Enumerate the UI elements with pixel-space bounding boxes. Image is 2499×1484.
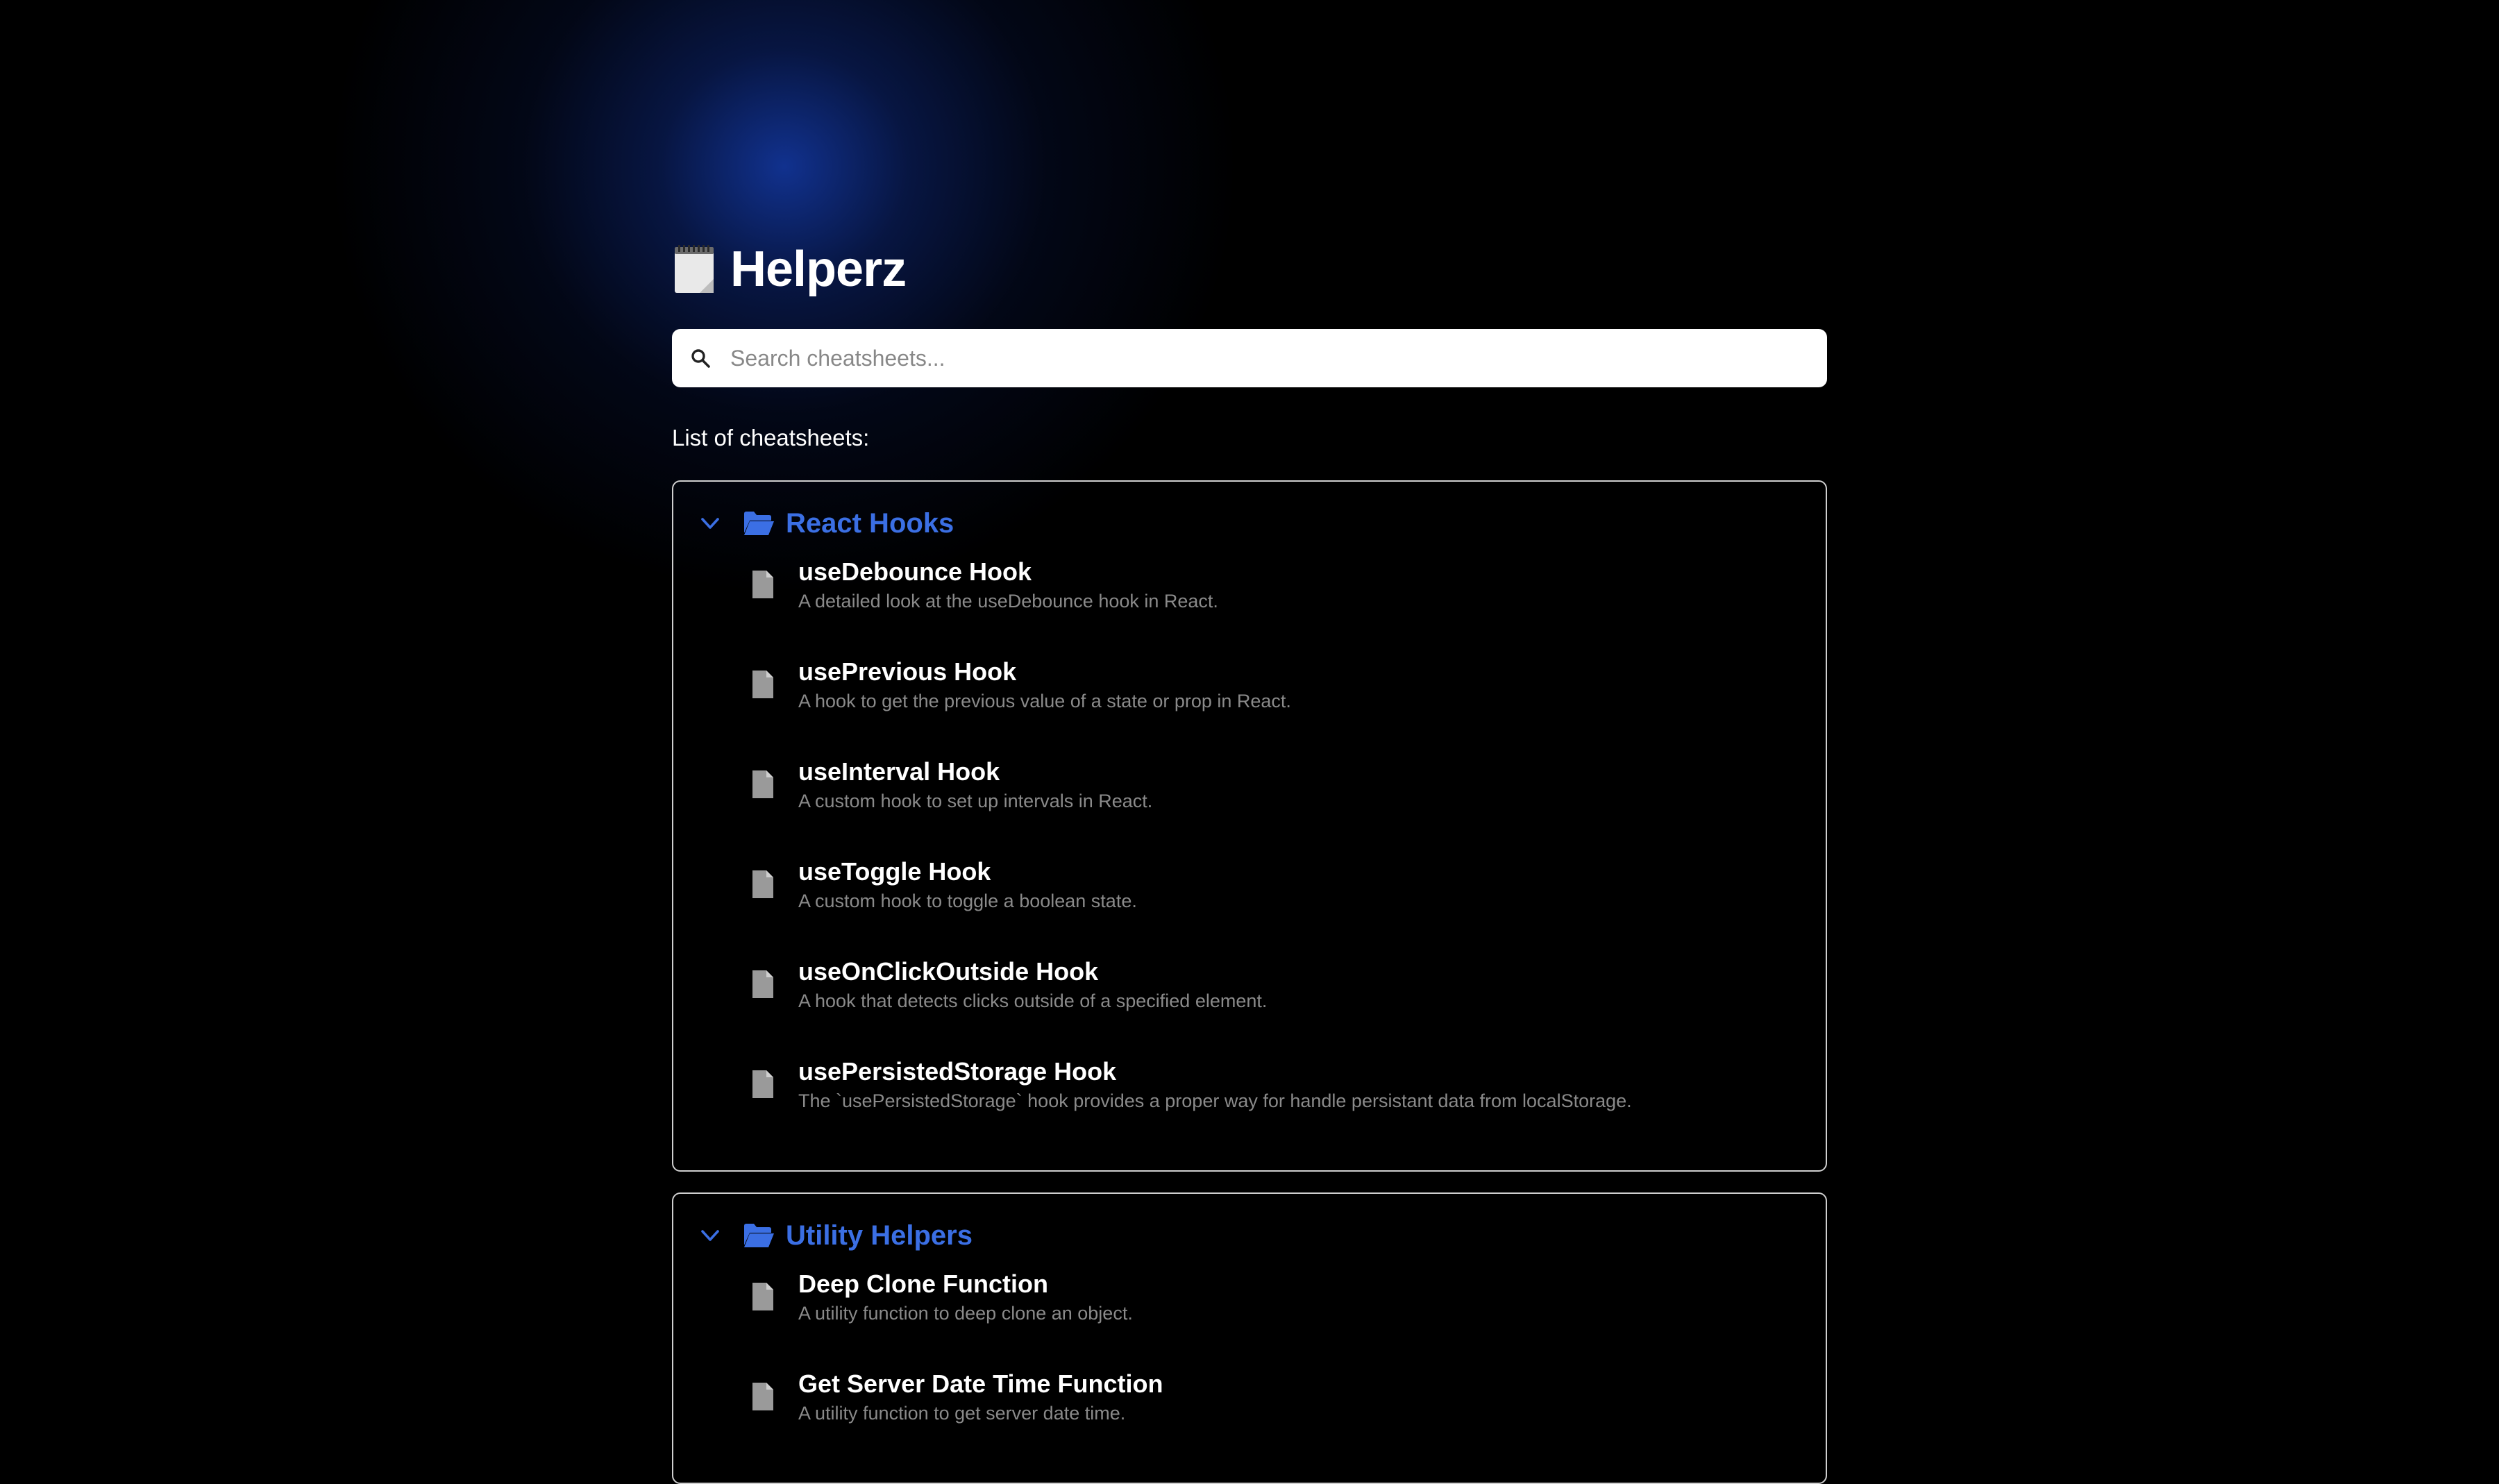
cheatsheet-item[interactable]: usePersistedStorage Hook The `usePersist…: [673, 1056, 1826, 1156]
list-label: List of cheatsheets:: [672, 425, 870, 450]
group-items: Deep Clone Function A utility function t…: [673, 1269, 1826, 1469]
app-title: Helperz: [730, 242, 907, 297]
group-items: useDebounce Hook A detailed look at the …: [673, 557, 1826, 1156]
item-title[interactable]: Get Server Date Time Function: [798, 1369, 1163, 1399]
file-icon: [752, 571, 773, 598]
item-description: A hook that detects clicks outside of a …: [798, 990, 1268, 1011]
file-icon: [752, 770, 773, 798]
item-title[interactable]: useInterval Hook: [798, 757, 1152, 787]
item-text: Get Server Date Time Function A utility …: [798, 1369, 1163, 1427]
item-description: A custom hook to set up intervals in Rea…: [798, 791, 1153, 811]
chevron-down-icon[interactable]: [698, 1224, 722, 1247]
file-icon: [752, 870, 773, 898]
cheatsheet-item[interactable]: useInterval Hook A custom hook to set up…: [673, 757, 1826, 857]
cheatsheet-item[interactable]: usePrevious Hook A hook to get the previ…: [673, 657, 1826, 757]
search-icon: [691, 349, 710, 368]
item-description: A utility function to deep clone an obje…: [798, 1303, 1133, 1324]
cheatsheet-groups: React Hooks useDebounce Hook A detailed …: [672, 480, 1827, 1484]
item-description: A hook to get the previous value of a st…: [798, 691, 1291, 711]
file-icon: [752, 1283, 773, 1310]
file-icon: [752, 1070, 773, 1098]
item-text: useInterval Hook A custom hook to set up…: [798, 757, 1152, 815]
folder-open-icon: [744, 512, 774, 535]
item-title[interactable]: useDebounce Hook: [798, 557, 1218, 587]
group-title[interactable]: Utility Helpers: [786, 1220, 973, 1251]
item-description: A detailed look at the useDebounce hook …: [798, 591, 1218, 612]
cheatsheet-item[interactable]: Deep Clone Function A utility function t…: [673, 1269, 1826, 1369]
notepad-icon: [675, 245, 714, 293]
group-header[interactable]: Utility Helpers: [673, 1215, 1826, 1256]
item-title[interactable]: useOnClickOutside Hook: [798, 956, 1267, 987]
file-icon: [752, 970, 773, 998]
item-title[interactable]: usePersistedStorage Hook: [798, 1056, 1632, 1087]
group-header[interactable]: React Hooks: [673, 503, 1826, 544]
item-text: useToggle Hook A custom hook to toggle a…: [798, 857, 1137, 915]
item-description: A custom hook to toggle a boolean state.: [798, 891, 1137, 911]
cheatsheet-item[interactable]: useDebounce Hook A detailed look at the …: [673, 557, 1826, 657]
item-text: Deep Clone Function A utility function t…: [798, 1269, 1133, 1327]
item-title[interactable]: usePrevious Hook: [798, 657, 1291, 687]
item-text: useOnClickOutside Hook A hook that detec…: [798, 956, 1267, 1015]
item-title[interactable]: Deep Clone Function: [798, 1269, 1133, 1299]
item-text: usePrevious Hook A hook to get the previ…: [798, 657, 1291, 715]
cheatsheet-item[interactable]: useToggle Hook A custom hook to toggle a…: [673, 857, 1826, 956]
file-icon: [752, 671, 773, 698]
item-description: The `usePersistedStorage` hook provides …: [798, 1090, 1632, 1111]
cheatsheet-item[interactable]: useOnClickOutside Hook A hook that detec…: [673, 956, 1826, 1056]
cheatsheet-group: Utility Helpers Deep Clone Function A ut…: [672, 1192, 1827, 1484]
cheatsheet-item[interactable]: Get Server Date Time Function A utility …: [673, 1369, 1826, 1469]
group-title[interactable]: React Hooks: [786, 508, 954, 539]
search-bar[interactable]: [672, 328, 1827, 388]
item-text: usePersistedStorage Hook The `usePersist…: [798, 1056, 1632, 1115]
main-container: Helperz List of cheatsheets: React Hooks: [672, 236, 1827, 1484]
chevron-down-icon[interactable]: [698, 512, 722, 535]
file-icon: [752, 1383, 773, 1410]
brand-header: Helperz: [672, 236, 1827, 303]
item-title[interactable]: useToggle Hook: [798, 857, 1137, 887]
item-description: A utility function to get server date ti…: [798, 1403, 1126, 1424]
cheatsheet-group: React Hooks useDebounce Hook A detailed …: [672, 480, 1827, 1172]
folder-open-icon: [744, 1224, 774, 1247]
item-text: useDebounce Hook A detailed look at the …: [798, 557, 1218, 615]
search-input[interactable]: [729, 328, 1827, 388]
